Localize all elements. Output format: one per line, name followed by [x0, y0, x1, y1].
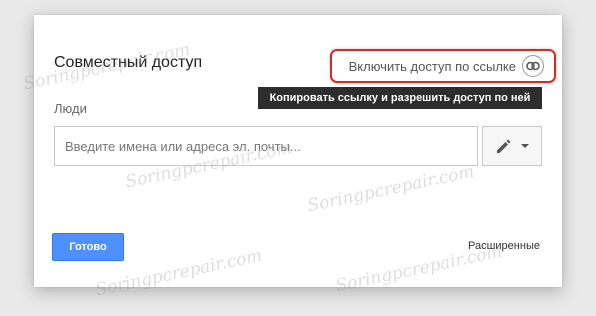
- done-button[interactable]: Готово: [52, 233, 124, 261]
- advanced-settings-link[interactable]: Расширенные: [468, 240, 540, 252]
- dialog-title: Совместный доступ: [54, 54, 203, 71]
- people-label: Люди: [54, 101, 87, 116]
- pencil-icon: [497, 139, 511, 153]
- screenshot-stage: Совместный доступ Включить доступ по ссы…: [0, 0, 596, 316]
- watermark-text: Soringpcrepair.com: [305, 161, 477, 217]
- copy-link-tooltip: Копировать ссылку и разрешить доступ по …: [258, 87, 542, 109]
- permission-dropdown-button[interactable]: [482, 126, 542, 166]
- link-sharing-label: Включить доступ по ссылке: [348, 58, 516, 74]
- share-dialog: Совместный доступ Включить доступ по ссы…: [22, 15, 562, 300]
- link-icon-glyph: [526, 61, 540, 71]
- people-input[interactable]: [54, 126, 478, 166]
- link-icon[interactable]: [522, 55, 544, 77]
- chevron-down-icon: [521, 144, 529, 148]
- link-sharing-toggle[interactable]: Включить доступ по ссылке: [330, 49, 556, 83]
